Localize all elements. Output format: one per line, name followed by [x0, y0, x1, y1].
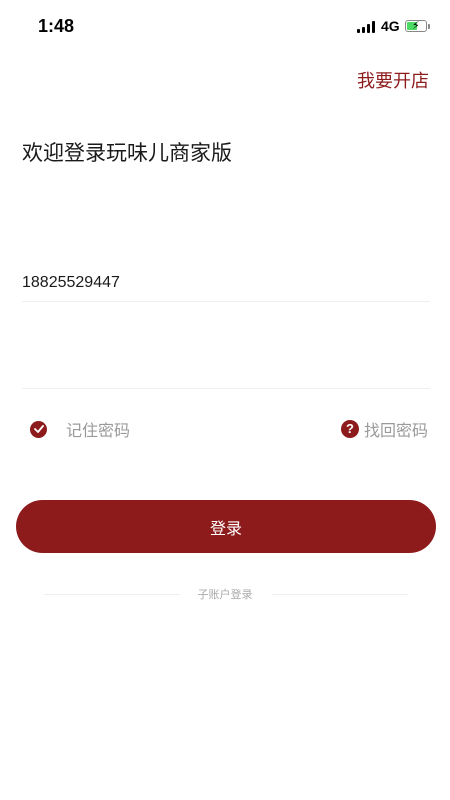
battery-cap	[428, 24, 430, 29]
status-bar: 1:48 4G ⚡	[0, 0, 450, 54]
battery-charging-icon: ⚡	[405, 19, 427, 32]
question-icon: ?	[340, 420, 359, 438]
checkmark-icon	[30, 420, 47, 438]
open-store-link[interactable]: 我要开店	[357, 67, 429, 93]
remember-password-label: 记住密码	[66, 421, 131, 440]
page-title: 欢迎登录玩味儿商家版	[22, 141, 232, 165]
signal-bars-icon	[357, 21, 377, 33]
password-input[interactable]	[22, 350, 430, 389]
recover-password-link[interactable]: ? 找回密码	[340, 418, 428, 440]
remember-password-toggle[interactable]: 记住密码	[30, 418, 130, 440]
recover-password-label: 找回密码	[363, 421, 428, 440]
phone-input[interactable]	[22, 265, 430, 302]
sub-account-login-link[interactable]: 子账户登录	[0, 586, 450, 602]
network-type: 4G	[381, 18, 400, 34]
status-time: 1:48	[38, 16, 75, 36]
login-button[interactable]: 登录	[16, 500, 436, 553]
